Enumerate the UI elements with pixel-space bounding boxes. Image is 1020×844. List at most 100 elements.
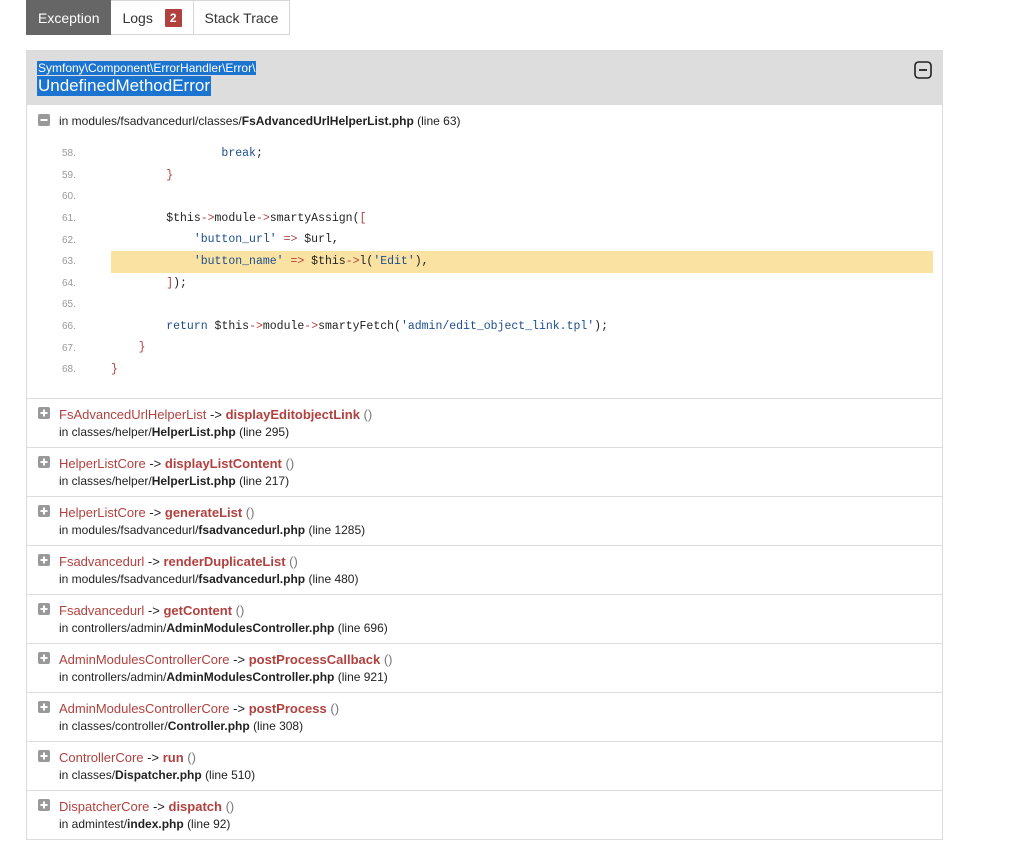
trace-line: (line 1285) — [308, 523, 366, 537]
trace-entry[interactable]: AdminModulesControllerCore -> postProces… — [27, 644, 942, 693]
expand-trace-icon[interactable] — [38, 603, 50, 615]
line-number: 60. — [62, 191, 76, 203]
collapse-icon[interactable] — [914, 61, 932, 79]
trace-entry[interactable]: HelperListCore -> generateList () in modu… — [27, 497, 942, 546]
trace-file: AdminModulesController.php — [166, 621, 335, 635]
trace-entry-expanded: in modules/fsadvancedurl/classes/FsAdvan… — [27, 105, 942, 399]
tab-stack-trace-label: Stack Trace — [204, 9, 279, 26]
expand-trace-icon[interactable] — [38, 407, 50, 419]
trace-arrow: -> — [147, 603, 160, 618]
trace-line: (line 921) — [337, 670, 388, 684]
line-number: 64. — [62, 277, 76, 289]
code-line: 58. break; — [56, 143, 933, 165]
trace-call: DispatcherCore -> dispatch () — [59, 799, 234, 815]
location-line: (line 63) — [417, 114, 461, 128]
trace-class: DispatcherCore — [59, 799, 150, 814]
trace-class: HelperListCore — [59, 456, 146, 471]
code-text: 'button_name' => $this->l('Edit'), — [111, 250, 933, 273]
trace-entry[interactable]: ControllerCore -> run () in classes/Dispa… — [27, 742, 942, 791]
trace-parens: () — [359, 407, 373, 422]
trace-arrow: -> — [147, 750, 160, 765]
code-line: 68.} — [56, 359, 933, 381]
trace-call: Fsadvancedurl -> getContent () — [59, 603, 244, 619]
expand-trace-icon[interactable] — [38, 456, 50, 468]
trace-call: HelperListCore -> generateList () — [59, 505, 254, 521]
line-number: 68. — [62, 364, 76, 376]
trace-entry[interactable]: Fsadvancedurl -> getContent () in control… — [27, 595, 942, 644]
code-line: 67. } — [56, 337, 933, 359]
tab-exception[interactable]: Exception — [26, 0, 112, 35]
tab-bar: Exception Logs 2 Stack Trace — [26, 0, 291, 35]
code-line: 66. return $this->module->smartyFetch('a… — [56, 316, 933, 338]
trace-path: in modules/fsadvancedurl/ — [59, 523, 199, 537]
exception-class[interactable]: Symfony\Component\ErrorHandler\Error\ — [37, 61, 257, 75]
trace-parens: () — [221, 799, 235, 814]
logs-count-badge: 2 — [164, 8, 182, 27]
trace-line: (line 92) — [187, 817, 231, 831]
trace-arrow: -> — [149, 456, 162, 471]
exception-header: Symfony\Component\ErrorHandler\Error\ Un… — [27, 51, 942, 105]
trace-parens: () — [380, 652, 393, 667]
trace-file-location: in classes/Dispatcher.php (line 510) — [59, 768, 255, 782]
trace-path: in classes/helper/ — [59, 474, 152, 488]
exception-title[interactable]: UndefinedMethodError — [37, 76, 211, 96]
trace-path: in classes/ — [59, 768, 116, 782]
code-text: ]); — [166, 276, 187, 290]
code-line: 60. — [56, 186, 933, 208]
expand-trace-icon[interactable] — [38, 652, 50, 664]
trace-file: Dispatcher.php — [115, 768, 202, 782]
trace-entry[interactable]: HelperListCore -> displayListContent () i… — [27, 448, 942, 497]
trace-file-location: in admintest/index.php (line 92) — [59, 817, 230, 831]
trace-path: in admintest/ — [59, 817, 128, 831]
trace-parens: () — [232, 603, 245, 618]
code-line: 62. 'button_url' => $url, — [56, 229, 933, 251]
trace-class: Fsadvancedurl — [59, 603, 145, 618]
tab-logs[interactable]: Logs 2 — [111, 0, 194, 35]
trace-entry[interactable]: AdminModulesControllerCore -> postProces… — [27, 693, 942, 742]
trace-file-location: in controllers/admin/AdminModulesControl… — [59, 670, 388, 684]
trace-path: in controllers/admin/ — [59, 621, 167, 635]
code-line: 61. $this->module->smartyAssign([ — [56, 208, 933, 230]
trace-call: Fsadvancedurl -> renderDuplicateList () — [59, 554, 298, 570]
trace-file: fsadvancedurl.php — [198, 523, 306, 537]
trace-call: FsAdvancedUrlHelperList -> displayEditob… — [59, 407, 372, 423]
trace-call: AdminModulesControllerCore -> postProces… — [59, 701, 339, 717]
expand-trace-icon[interactable] — [38, 554, 50, 566]
trace-parens: () — [285, 554, 298, 569]
trace-location: in modules/fsadvancedurl/classes/FsAdvan… — [59, 114, 461, 128]
trace-file: HelperList.php — [151, 474, 236, 488]
trace-file: HelperList.php — [151, 425, 236, 439]
trace-entry[interactable]: Fsadvancedurl -> renderDuplicateList () i… — [27, 546, 942, 595]
tab-stack-trace[interactable]: Stack Trace — [193, 0, 291, 35]
trace-file-location: in classes/helper/HelperList.php (line 2… — [59, 474, 289, 488]
trace-file-location: in modules/fsadvancedurl/fsadvancedurl.p… — [59, 523, 365, 537]
expand-trace-icon[interactable] — [38, 750, 50, 762]
expand-trace-icon[interactable] — [38, 799, 50, 811]
trace-arrow: -> — [233, 701, 246, 716]
trace-class: HelperListCore — [59, 505, 146, 520]
trace-file-location: in controllers/admin/AdminModulesControl… — [59, 621, 388, 635]
trace-entry[interactable]: FsAdvancedUrlHelperList -> displayEditob… — [27, 399, 942, 448]
trace-function: generateList — [164, 505, 243, 520]
trace-entry[interactable]: DispatcherCore -> dispatch () in admintes… — [27, 791, 942, 840]
trace-file-location: in classes/helper/HelperList.php (line 2… — [59, 425, 289, 439]
trace-call: ControllerCore -> run () — [59, 750, 196, 766]
code-line: 59. } — [56, 165, 933, 187]
code-snippet: 58. break; 59. } 60. 61. $this->module->… — [56, 143, 933, 381]
trace-path: in modules/fsadvancedurl/ — [59, 572, 199, 586]
trace-list: FsAdvancedUrlHelperList -> displayEditob… — [27, 399, 942, 840]
trace-line: (line 308) — [253, 719, 304, 733]
expand-trace-icon[interactable] — [38, 505, 50, 517]
collapse-trace-icon[interactable] — [38, 114, 50, 126]
trace-line: (line 480) — [308, 572, 359, 586]
trace-parens: () — [281, 456, 295, 471]
trace-file: index.php — [127, 817, 184, 831]
expand-trace-icon[interactable] — [38, 701, 50, 713]
trace-file-location: in modules/fsadvancedurl/fsadvancedurl.p… — [59, 572, 358, 586]
line-number: 61. — [62, 213, 76, 225]
tab-logs-label: Logs — [122, 9, 153, 26]
line-number: 66. — [62, 321, 76, 333]
line-number: 65. — [62, 299, 76, 311]
line-number: 58. — [62, 148, 76, 160]
trace-class: Fsadvancedurl — [59, 554, 145, 569]
